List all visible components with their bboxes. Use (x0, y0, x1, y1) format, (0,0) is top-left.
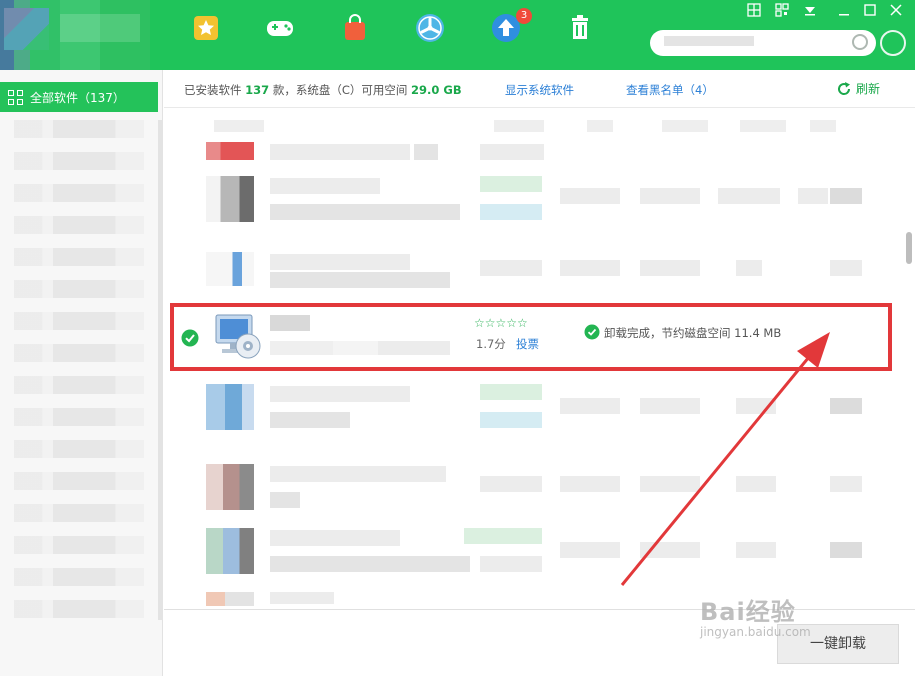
sidebar-item[interactable] (14, 216, 144, 234)
qr-code-icon[interactable] (772, 3, 792, 21)
vote-link[interactable]: 投票 (516, 336, 539, 352)
trash-icon[interactable] (562, 10, 598, 46)
sidebar-item[interactable] (14, 472, 144, 490)
watermark-sub: jingyan.baidu.com (700, 625, 811, 639)
sidebar-item-all-software[interactable]: 全部软件（137） (0, 82, 158, 112)
sidebar-item[interactable] (14, 376, 144, 394)
rating-stars: ☆☆☆☆☆ (474, 316, 528, 330)
sidebar-item[interactable] (14, 344, 144, 362)
column-header[interactable] (494, 120, 544, 132)
title-bar: 3 (0, 0, 915, 70)
sidebar-item[interactable] (14, 152, 144, 170)
column-header[interactable] (662, 120, 708, 132)
uninstall-status-text: 卸载完成，节约磁盘空间 11.4 MB (604, 326, 782, 340)
sidebar-item[interactable] (14, 248, 144, 266)
sidebar-item[interactable] (14, 312, 144, 330)
sidebar-item[interactable] (14, 408, 144, 426)
table-row[interactable] (164, 462, 904, 512)
show-system-software-link[interactable]: 显示系统软件 (505, 82, 574, 98)
uninstalled-software-row[interactable]: ☆☆☆☆☆ 1.7分 投票 卸载完成，节约磁盘空间 11.4 MB (170, 303, 892, 371)
sidebar-item[interactable] (14, 504, 144, 522)
sidebar-item-label: 全部软件（137） (30, 90, 125, 105)
info-bar: 已安装软件 137 款，系统盘（C）可用空间 29.0 GB 显示系统软件 查看… (164, 70, 915, 108)
app-logo (0, 0, 150, 70)
view-blacklist-link[interactable]: 查看黑名单（4） (626, 82, 714, 98)
minimize-icon[interactable] (834, 3, 854, 21)
software-list-panel: 已安装软件 137 款，系统盘（C）可用空间 29.0 GB 显示系统软件 查看… (164, 70, 915, 676)
table-row[interactable] (164, 526, 904, 576)
fan-icon[interactable] (412, 10, 448, 46)
skin-icon[interactable] (744, 3, 764, 21)
success-check-icon (584, 324, 600, 340)
watermark-main: Bai经验 (700, 598, 796, 626)
sidebar: 全部软件（137） (0, 70, 163, 676)
search-input[interactable] (650, 30, 876, 56)
gamepad-icon[interactable] (262, 10, 298, 46)
sidebar-item[interactable] (14, 184, 144, 202)
installed-count: 137 (245, 83, 270, 97)
search-placeholder-blur (664, 36, 754, 46)
table-row[interactable] (164, 250, 904, 290)
user-avatar[interactable] (880, 30, 906, 56)
shopping-bag-icon[interactable] (337, 10, 373, 46)
star-icon[interactable] (188, 10, 224, 46)
table-row[interactable] (164, 142, 904, 160)
sidebar-item[interactable] (14, 568, 144, 586)
sidebar-item[interactable] (14, 280, 144, 298)
column-header[interactable] (810, 120, 836, 132)
menu-dropdown-icon[interactable] (800, 3, 820, 21)
check-icon[interactable] (181, 329, 199, 347)
maximize-icon[interactable] (860, 3, 880, 21)
installed-mid: 款，系统盘（C）可用空间 (272, 83, 408, 97)
install-summary: 已安装软件 137 款，系统盘（C）可用空间 29.0 GB (184, 82, 462, 98)
search-icon[interactable] (852, 34, 868, 50)
software-desc-blurred (270, 341, 450, 355)
installed-prefix: 已安装软件 (184, 83, 242, 97)
computer-disc-icon (215, 314, 261, 359)
column-header[interactable] (587, 120, 613, 132)
list-scrollbar-thumb[interactable] (906, 232, 912, 264)
column-header[interactable] (740, 120, 786, 132)
sidebar-item[interactable] (14, 440, 144, 458)
software-name-blurred (270, 315, 310, 331)
grid-icon (8, 90, 23, 105)
refresh-icon (838, 81, 851, 95)
rating-score: 1.7分 (476, 337, 506, 351)
free-space: 29.0 GB (411, 83, 462, 97)
update-count-badge: 3 (516, 8, 532, 24)
table-row[interactable] (164, 382, 904, 432)
sidebar-scrollbar[interactable] (158, 120, 163, 620)
column-header[interactable] (214, 120, 264, 132)
close-icon[interactable] (886, 3, 906, 21)
refresh-label: 刷新 (856, 82, 881, 96)
sidebar-category-list (14, 120, 144, 632)
baidu-watermark: Bai经验 jingyan.baidu.com (700, 592, 811, 639)
table-row[interactable] (164, 174, 904, 224)
refresh-button[interactable]: 刷新 (836, 80, 880, 97)
sidebar-item[interactable] (14, 120, 144, 138)
sidebar-item[interactable] (14, 600, 144, 618)
sidebar-item[interactable] (14, 536, 144, 554)
